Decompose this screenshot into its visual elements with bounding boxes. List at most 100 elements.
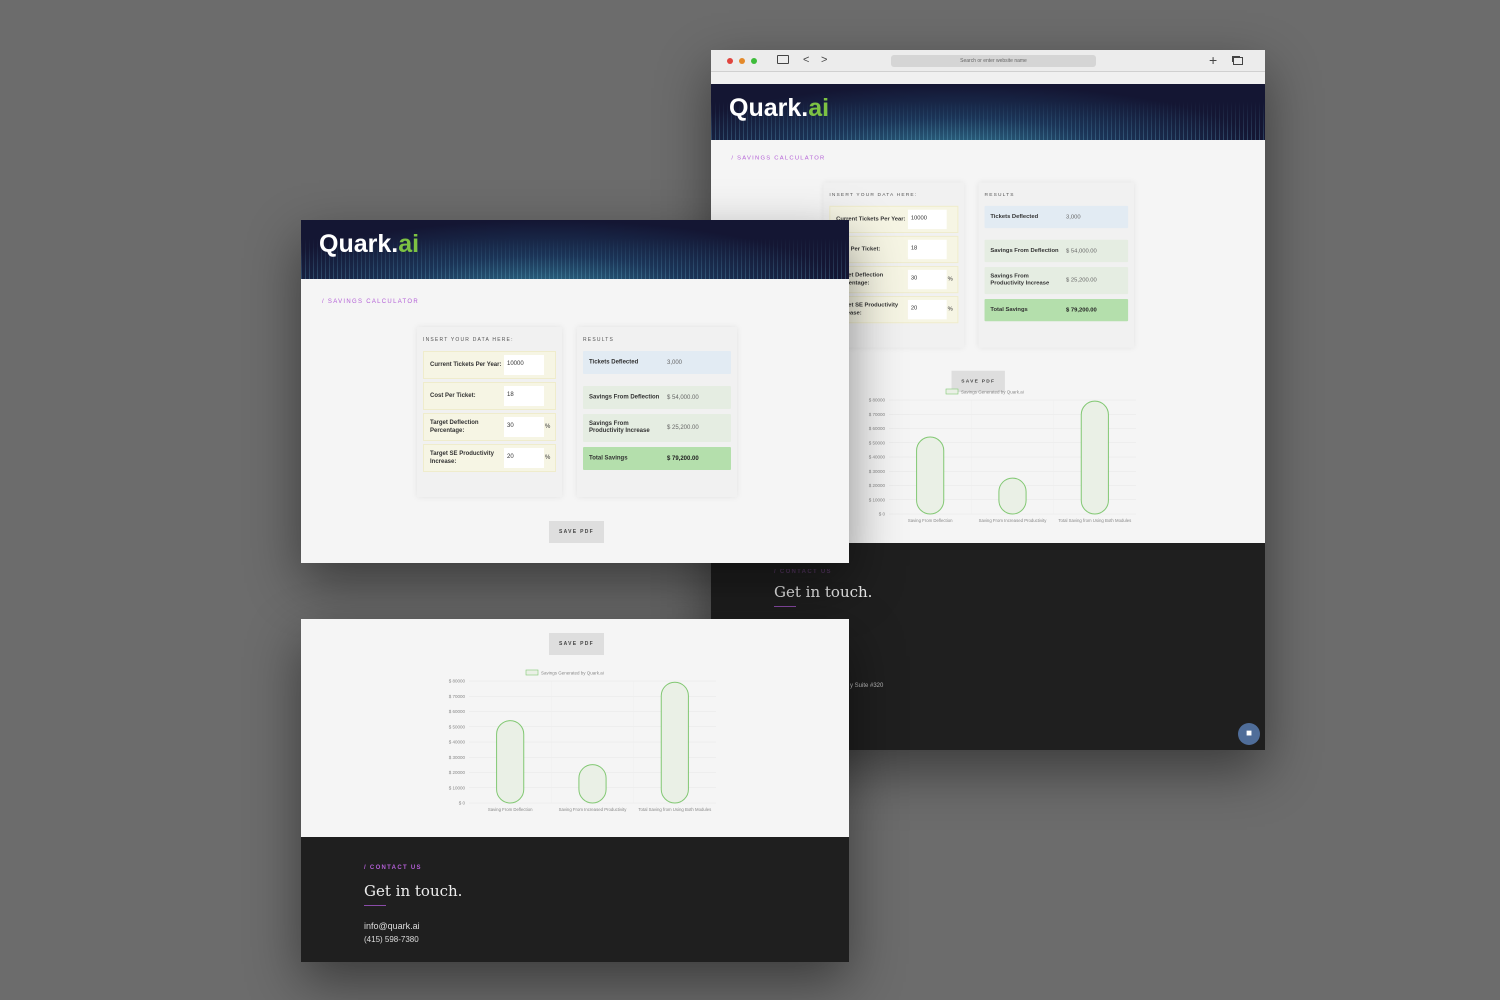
hero-banner: Quark.ai (301, 220, 849, 279)
tickets-per-year-input[interactable]: 10000 (907, 209, 947, 230)
percent-unit: % (545, 424, 551, 430)
section-label: / SAVINGS CALCULATOR (322, 299, 420, 305)
result-tickets-deflected: Tickets Deflected 3,000 (984, 205, 1129, 229)
legend-swatch (945, 388, 959, 395)
deflection-percentage-input[interactable]: 30 (504, 417, 544, 437)
x-tick-label: Total Saving from Using Both Modules (638, 807, 711, 812)
logo-accent: ai (398, 230, 420, 258)
logo-accent: ai (808, 94, 830, 122)
input-row-productivity: Target SE Productivity Increase: 20% (423, 444, 556, 472)
bar-2 (1080, 400, 1109, 515)
input-heading: INSERT YOUR DATA HERE: (423, 337, 514, 343)
browser-toolbar: < > Search or enter website name + (711, 50, 1265, 72)
result-value: $ 79,200.00 (1066, 307, 1097, 314)
y-tick-label: $ 50000 (869, 440, 886, 445)
y-tick-label: $ 20000 (449, 770, 466, 775)
contact-label: / CONTACT US (364, 865, 422, 871)
deflection-percentage-input[interactable]: 30 (907, 269, 947, 290)
results-heading: RESULTS (984, 192, 1015, 199)
input-row-tickets: Current Tickets Per Year: 10000 (423, 351, 556, 379)
result-value: 3,000 (667, 359, 683, 366)
quark-logo[interactable]: Quark.ai (319, 230, 419, 259)
result-value: $ 25,200.00 (667, 425, 699, 431)
forward-icon[interactable]: > (821, 54, 827, 66)
result-total-savings: Total Savings $ 79,200.00 (583, 447, 731, 470)
result-label: Savings From Deflection (589, 394, 660, 400)
legend-label: Savings Generated by Quark.ai (541, 671, 604, 676)
y-tick-label: $ 70000 (449, 694, 466, 699)
percent-unit: % (947, 276, 953, 283)
address-bar[interactable]: Search or enter website name (891, 55, 1096, 67)
tickets-per-year-input[interactable]: 10000 (504, 355, 544, 375)
y-tick-label: $ 40000 (449, 740, 466, 745)
y-tick-label: $ 80000 (869, 398, 886, 403)
result-label: Savings From Deflection (990, 247, 1059, 254)
new-tab-icon[interactable]: + (1209, 52, 1217, 68)
maximize-dot-icon[interactable] (751, 58, 757, 64)
minimize-dot-icon[interactable] (739, 58, 745, 64)
quark-logo[interactable]: Quark.ai (729, 94, 829, 123)
input-label: Current Tickets Per Year: (430, 362, 502, 368)
result-total-savings: Total Savings $ 79,200.00 (984, 298, 1129, 322)
x-tick-label: Total Saving from Using Both Modules (1058, 518, 1131, 523)
sidebar-icon[interactable] (777, 55, 789, 64)
x-tick-label: Saving From Deflection (488, 807, 533, 812)
y-tick-label: $ 0 (459, 801, 466, 806)
title-underline (364, 905, 386, 906)
input-heading: INSERT YOUR DATA HERE: (829, 192, 918, 199)
hero-banner: Quark.ai (711, 84, 1265, 140)
y-tick-label: $ 80000 (449, 679, 466, 684)
cost-per-ticket-input[interactable]: 18 (504, 386, 544, 406)
y-tick-label: $ 60000 (869, 426, 886, 431)
logo-text: Quark. (729, 94, 809, 122)
contact-title: Get in touch. (774, 583, 873, 601)
result-value: $ 54,000.00 (667, 394, 699, 401)
legend-label: Savings Generated by Quark.ai (961, 390, 1024, 395)
result-savings-deflection: Savings From Deflection $ 54,000.00 (583, 386, 731, 409)
result-label: Savings From Productivity Increase (990, 273, 1050, 287)
result-savings-productivity: Savings From Productivity Increase $ 25,2… (984, 266, 1129, 295)
y-tick-label: $ 40000 (869, 455, 886, 460)
back-icon[interactable]: < (803, 54, 809, 66)
results-heading: RESULTS (583, 337, 615, 343)
contact-email[interactable]: info@quark.ai (364, 921, 420, 931)
y-tick-label: $ 30000 (869, 469, 886, 474)
result-label: Tickets Deflected (990, 213, 1039, 220)
x-tick-label: Saving From Increased Productivity (979, 518, 1048, 523)
x-tick-label: Saving From Increased Productivity (559, 807, 628, 812)
productivity-increase-input[interactable]: 20 (907, 299, 947, 320)
result-label: Tickets Deflected (589, 359, 639, 365)
bar-1 (578, 764, 607, 804)
section-label: / SAVINGS CALCULATOR (731, 155, 826, 162)
save-pdf-button[interactable]: SAVE PDF (549, 521, 604, 543)
y-tick-label: $ 20000 (869, 483, 886, 488)
results-card: RESULTS Tickets Deflected 3,000 Savings F… (577, 327, 737, 497)
contact-title: Get in touch. (364, 882, 463, 900)
calculator-page-bottom: SAVE PDF $ 0 $ 10000 $ 20000 $ 30000 $ 40000… (301, 619, 849, 962)
input-card: INSERT YOUR DATA HERE: Current Tickets P… (417, 327, 562, 497)
y-tick-label: $ 50000 (449, 724, 466, 729)
savings-chart: $ 0 $ 10000 $ 20000 $ 30000 $ 40000 $ 50000 $ … (449, 669, 716, 812)
y-tick-label: $ 30000 (449, 755, 466, 760)
input-label: Target SE Productivity Increase: (430, 451, 494, 465)
bar-0 (916, 436, 945, 515)
contact-footer: / CONTACT US Get in touch. info@quark.ai… (301, 837, 849, 962)
bar-2 (660, 681, 689, 804)
input-row-cost: Cost Per Ticket: 18 (423, 382, 556, 410)
toolbar-strip (711, 72, 1265, 84)
chat-button[interactable]: ■ (1238, 723, 1260, 745)
percent-unit: % (545, 455, 551, 461)
y-tick-label: $ 60000 (449, 709, 466, 714)
result-savings-deflection: Savings From Deflection $ 54,000.00 (984, 239, 1129, 263)
productivity-increase-input[interactable]: 20 (504, 448, 544, 468)
cost-per-ticket-input[interactable]: 18 (907, 239, 947, 260)
savings-chart: $ 0 $ 10000 $ 20000 $ 30000 $ 40000 $ 50000 $ … (869, 388, 1136, 523)
close-dot-icon[interactable] (727, 58, 733, 64)
save-pdf-button[interactable]: SAVE PDF (549, 633, 604, 655)
percent-unit: % (947, 306, 953, 313)
contact-phone[interactable]: (415) 598-7380 (364, 935, 419, 944)
result-value: $ 25,200.00 (1066, 277, 1097, 284)
tabs-overview-icon[interactable] (1233, 57, 1243, 65)
result-value: $ 79,200.00 (667, 455, 699, 462)
bar-1 (998, 477, 1027, 515)
